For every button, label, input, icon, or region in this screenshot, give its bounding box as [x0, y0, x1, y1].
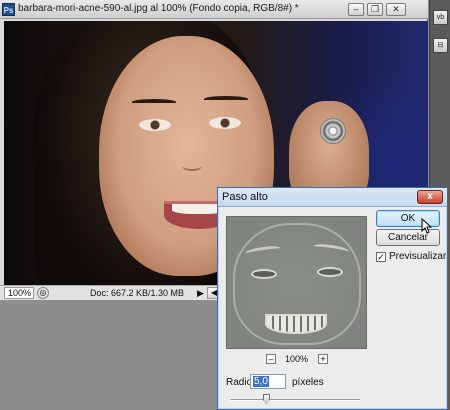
photoshop-icon: Ps: [2, 3, 15, 16]
radius-slider-track[interactable]: [230, 399, 360, 401]
radius-slider-thumb[interactable]: [262, 394, 270, 404]
zoom-out-button[interactable]: –: [266, 354, 276, 364]
preview-checkbox[interactable]: ✓: [376, 252, 386, 262]
dock-panel-icon[interactable]: vb: [433, 10, 448, 25]
photo-left-brow: [132, 99, 176, 105]
photo-right-eye: [209, 117, 241, 129]
dialog-titlebar[interactable]: Paso alto x: [218, 188, 447, 207]
preview-right-eye: [317, 267, 343, 277]
preview-mouth: [265, 314, 327, 334]
dialog-title: Paso alto: [222, 191, 268, 203]
photo-right-brow: [204, 96, 248, 102]
zoom-in-button[interactable]: +: [318, 354, 328, 364]
photo-nose: [182, 161, 202, 171]
photo-left-eye: [139, 119, 171, 131]
document-title: barbara-mori-acne-590-al.jpg al 100% (Fo…: [18, 3, 299, 14]
dialog-close-button[interactable]: x: [417, 190, 443, 204]
radius-value: 5,0: [253, 376, 269, 387]
maximize-button[interactable]: ❐: [367, 3, 383, 16]
preview-left-eye: [251, 269, 277, 279]
status-menu-arrow-icon[interactable]: ▶: [197, 288, 204, 299]
radius-unit: píxeles: [292, 377, 324, 388]
filter-preview[interactable]: [226, 216, 367, 349]
navigator-icon[interactable]: ◎: [37, 287, 49, 299]
mouse-cursor-icon: [421, 218, 433, 234]
document-titlebar[interactable]: Ps barbara-mori-acne-590-al.jpg al 100% …: [0, 0, 428, 19]
photo-ring: [320, 118, 346, 144]
zoom-level-field[interactable]: 100%: [4, 287, 34, 299]
preview-checkbox-label: Previsualizar: [389, 251, 447, 262]
close-document-button[interactable]: ✕: [386, 3, 406, 16]
high-pass-dialog: Paso alto x – 100% + OK Cancelar ✓ Previ…: [217, 187, 448, 410]
document-size: Doc: 667.2 KB/1.30 MB: [90, 288, 185, 298]
preview-zoom-level: 100%: [285, 354, 309, 364]
radius-input[interactable]: 5,0: [250, 374, 286, 389]
dock-layers-icon[interactable]: ⊟: [433, 38, 448, 53]
minimize-button[interactable]: –: [348, 3, 364, 16]
